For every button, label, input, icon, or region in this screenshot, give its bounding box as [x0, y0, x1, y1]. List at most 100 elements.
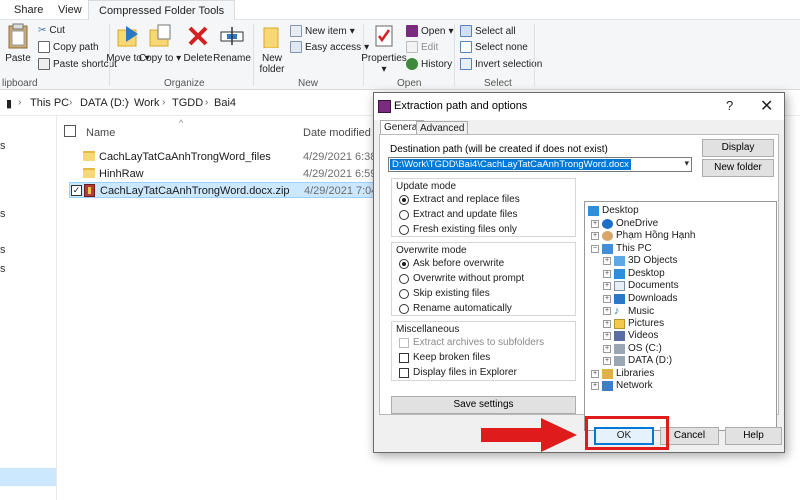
radio-button[interactable] — [399, 194, 409, 205]
new-item-button[interactable]: New item ▾ — [290, 25, 355, 37]
checkbox[interactable] — [399, 352, 409, 363]
column-header-name[interactable]: Name — [86, 127, 115, 139]
tree-label: 3D Objects — [628, 255, 678, 266]
cut-button[interactable]: ✂ Cut — [38, 25, 65, 36]
nav-item-fragment[interactable]: s — [0, 263, 6, 275]
nav-item-selected[interactable] — [0, 468, 56, 486]
expand-icon[interactable]: + — [603, 269, 611, 278]
expand-icon[interactable]: + — [591, 231, 599, 240]
file-row[interactable]: HinhRaw 4/29/2021 6:59 P — [69, 166, 399, 182]
expand-icon[interactable]: + — [603, 281, 611, 290]
close-icon[interactable]: ✕ — [760, 96, 773, 116]
tree-node-music[interactable]: + ♪ Music — [603, 305, 654, 317]
expand-icon[interactable]: + — [603, 294, 611, 303]
new-folder-button[interactable]: New folder — [702, 159, 774, 177]
radio-extract-update[interactable]: Extract and update files — [399, 209, 518, 220]
expand-icon[interactable]: + — [603, 256, 611, 265]
radio-overwrite-no-prompt[interactable]: Overwrite without prompt — [399, 273, 524, 284]
expand-icon[interactable]: + — [603, 307, 611, 315]
display-button[interactable]: Display — [702, 139, 774, 157]
tree-node-this-pc[interactable]: − This PC — [591, 243, 652, 254]
column-header-date[interactable]: Date modified — [303, 127, 371, 139]
open-button[interactable]: Open ▾ — [406, 25, 454, 37]
expand-icon[interactable]: + — [591, 381, 599, 390]
tab-view[interactable]: View — [58, 4, 82, 16]
tree-node-desktop-pc[interactable]: + Desktop — [603, 268, 665, 279]
checkbox-keep-broken[interactable]: Keep broken files — [399, 352, 490, 363]
tab-share[interactable]: Share — [14, 4, 43, 16]
tab-advanced[interactable]: Advanced — [416, 121, 469, 135]
destination-path-combobox[interactable]: D:\Work\TGDD\Bai4\CachLayTatCaAnhTrongWo… — [388, 157, 692, 172]
navigation-pane[interactable]: s s s s — [0, 116, 57, 500]
breadcrumb-tgdd[interactable]: TGDD — [172, 97, 203, 109]
tree-node-pictures[interactable]: + Pictures — [603, 318, 664, 329]
tree-node-libraries[interactable]: + Libraries — [591, 368, 654, 379]
tree-node-3d-objects[interactable]: + 3D Objects — [603, 255, 677, 266]
radio-button[interactable] — [399, 288, 409, 299]
radio-button[interactable] — [399, 224, 409, 235]
tree-node-documents[interactable]: + Documents — [603, 280, 679, 291]
paste-button[interactable]: Paste — [0, 22, 40, 64]
expand-icon[interactable]: + — [603, 344, 611, 353]
save-settings-button[interactable]: Save settings — [391, 396, 576, 414]
easy-access-button[interactable]: Easy access ▾ — [290, 41, 369, 53]
radio-fresh-only[interactable]: Fresh existing files only — [399, 224, 517, 235]
select-none-button[interactable]: Select none — [460, 41, 528, 53]
tree-node-os-c[interactable]: + OS (C:) — [603, 343, 662, 354]
help-icon[interactable]: ? — [726, 98, 733, 113]
breadcrumb-work[interactable]: Work — [134, 97, 159, 109]
tree-node-user[interactable]: + Phạm Hồng Hạnh — [591, 230, 696, 241]
radio-skip-existing[interactable]: Skip existing files — [399, 288, 490, 299]
history-button[interactable]: History — [406, 58, 452, 70]
tree-node-onedrive[interactable]: + OneDrive — [591, 218, 658, 229]
expand-icon[interactable]: + — [591, 369, 599, 378]
radio-button[interactable] — [399, 303, 409, 314]
tree-node-desktop[interactable]: Desktop — [588, 205, 639, 216]
tree-node-videos[interactable]: + Videos — [603, 330, 658, 341]
nav-item-fragment[interactable]: s — [0, 140, 6, 152]
nav-item-fragment[interactable]: s — [0, 244, 6, 256]
radio-button[interactable] — [399, 273, 409, 284]
tree-label: Downloads — [628, 293, 678, 304]
rename-button[interactable]: Rename — [210, 22, 254, 64]
breadcrumb-bai4[interactable]: Bai4 — [214, 97, 236, 109]
tree-node-downloads[interactable]: + Downloads — [603, 293, 677, 304]
radio-label: Extract and replace files — [413, 194, 520, 205]
checkbox-display-explorer[interactable]: Display files in Explorer — [399, 367, 517, 378]
checkbox[interactable] — [399, 337, 409, 348]
expand-icon[interactable]: + — [603, 319, 611, 328]
expand-icon[interactable]: + — [603, 331, 611, 340]
radio-rename-auto[interactable]: Rename automatically — [399, 303, 512, 314]
select-all-checkbox[interactable] — [64, 125, 76, 137]
file-row-selected[interactable]: ✓ CachLayTatCaAnhTrongWord.docx.zip 4/29… — [69, 182, 399, 198]
checkbox-extract-subfolders[interactable]: Extract archives to subfolders — [399, 337, 544, 348]
tree-node-data-d[interactable]: + DATA (D:) — [603, 355, 672, 366]
radio-extract-replace[interactable]: Extract and replace files — [399, 194, 520, 205]
copy-path-button[interactable]: Copy path — [38, 41, 99, 53]
folder-tree[interactable]: Desktop + OneDrive + Phạm Hồng Hạnh − Th… — [584, 201, 777, 431]
file-row[interactable]: CachLayTatCaAnhTrongWord_files 4/29/2021… — [69, 149, 399, 165]
expand-icon[interactable]: + — [591, 219, 599, 228]
row-checkbox[interactable]: ✓ — [71, 185, 82, 196]
tab-compressed-folder-tools[interactable]: Compressed Folder Tools — [88, 0, 236, 20]
radio-ask-before[interactable]: Ask before overwrite — [399, 258, 504, 269]
breadcrumb-data-d[interactable]: DATA (D:) — [80, 97, 128, 109]
breadcrumb-this-pc[interactable]: This PC — [30, 97, 69, 109]
invert-selection-button[interactable]: Invert selection — [460, 58, 542, 70]
select-all-button[interactable]: Select all — [460, 25, 516, 37]
checkbox[interactable] — [399, 367, 409, 378]
edit-button[interactable]: Edit — [406, 41, 438, 53]
tree-node-network[interactable]: + Network — [591, 380, 653, 391]
general-panel: Destination path (will be created if doe… — [379, 134, 779, 431]
chevron-down-icon[interactable]: ▾ — [684, 158, 689, 169]
dialog-title-bar[interactable]: Extraction path and options ? ✕ — [374, 93, 784, 120]
new-folder-button[interactable]: New folder — [250, 22, 294, 75]
expand-icon[interactable]: + — [603, 356, 611, 365]
properties-button[interactable]: Properties ▾ — [361, 22, 407, 75]
radio-button[interactable] — [399, 258, 409, 269]
radio-button[interactable] — [399, 209, 409, 220]
properties-icon — [369, 22, 399, 50]
help-button[interactable]: Help — [725, 427, 782, 445]
collapse-icon[interactable]: − — [591, 244, 599, 253]
nav-item-fragment[interactable]: s — [0, 208, 6, 220]
